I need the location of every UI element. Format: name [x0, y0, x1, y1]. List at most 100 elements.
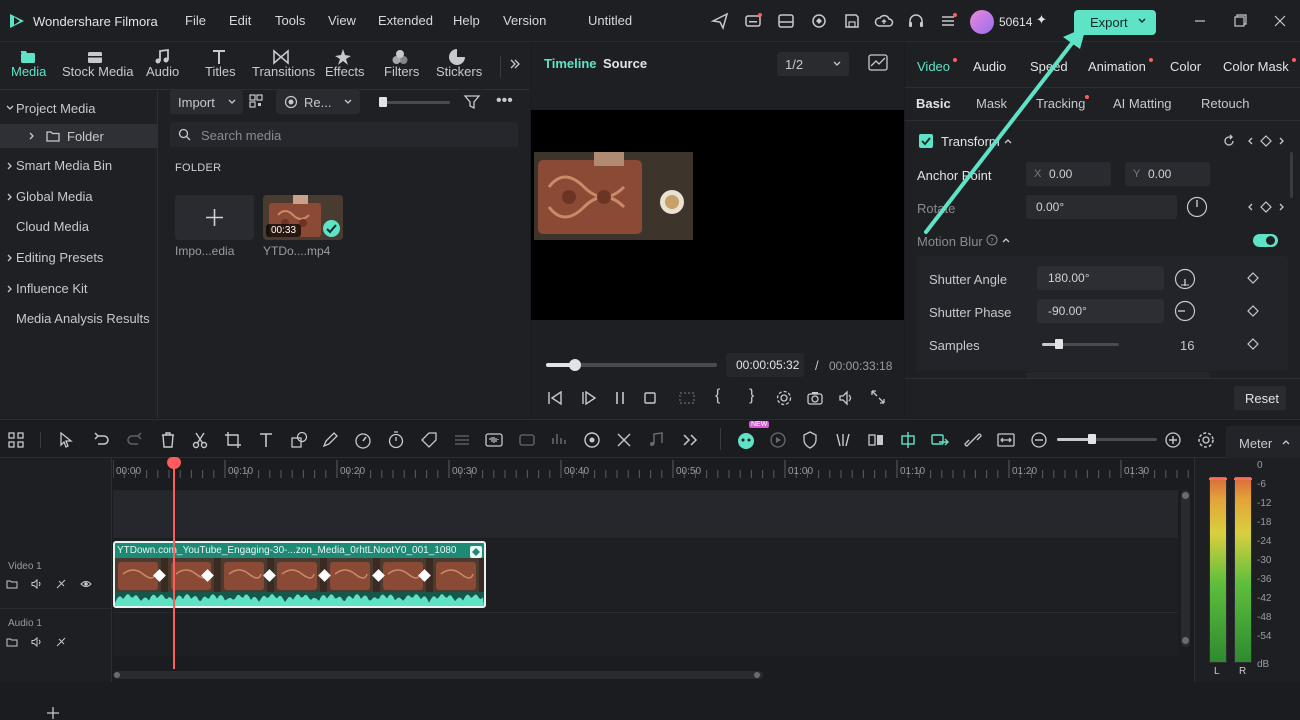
speaker-icon[interactable]: [30, 578, 42, 590]
play-icon[interactable]: [580, 390, 598, 406]
tab-titles[interactable]: Titles: [205, 64, 236, 79]
shutter-phase-input[interactable]: -90.00°: [1037, 299, 1164, 323]
smart-cut-icon[interactable]: [768, 430, 788, 450]
ai-effect-icon[interactable]: [582, 430, 602, 450]
audio-bars-icon[interactable]: [549, 430, 569, 450]
shutter-phase-dial-icon[interactable]: [1174, 300, 1196, 322]
import-button[interactable]: Import: [170, 90, 243, 114]
preview-progress-handle[interactable]: [569, 359, 582, 371]
subtab-ai-matting[interactable]: AI Matting: [1113, 96, 1172, 111]
keyframe-diamond-icon[interactable]: [1246, 271, 1260, 285]
media-analysis-results-item[interactable]: Media Analysis Results: [16, 311, 150, 326]
close-icon[interactable]: [1270, 11, 1290, 31]
tab-audio[interactable]: Audio: [146, 64, 179, 79]
record-dropdown[interactable]: Re...: [276, 90, 360, 114]
scroll-handle-left[interactable]: [114, 672, 120, 678]
project-media-item[interactable]: Project Media: [16, 101, 95, 116]
aspect-ratio-icon[interactable]: [678, 390, 696, 406]
cloud-media-item[interactable]: Cloud Media: [16, 219, 89, 234]
motion-blur-toggle[interactable]: [1253, 234, 1278, 247]
add-track-icon[interactable]: [46, 706, 60, 720]
minimize-icon[interactable]: [1190, 11, 1210, 31]
prev-keyframe-icon[interactable]: [1245, 136, 1255, 146]
tab-transitions[interactable]: Transitions: [252, 64, 315, 79]
detach-audio-icon[interactable]: [517, 430, 537, 450]
transform-checkbox[interactable]: [919, 134, 933, 148]
menu-extended[interactable]: Extended: [378, 13, 433, 28]
meter-header[interactable]: Meter: [1226, 426, 1300, 458]
more-options-icon[interactable]: •••: [496, 92, 513, 110]
keyframe-tag-icon[interactable]: [419, 430, 439, 450]
delete-icon[interactable]: [158, 430, 178, 450]
export-button[interactable]: Export: [1074, 10, 1156, 35]
menu-version[interactable]: Version: [503, 13, 546, 28]
menu-file[interactable]: File: [185, 13, 206, 28]
video-clip[interactable]: YTDown.com_YouTube_Engaging-30-...zon_Me…: [113, 541, 486, 608]
maximize-icon[interactable]: [1230, 11, 1250, 31]
ai-copilot-icon[interactable]: [736, 430, 756, 450]
menu-view[interactable]: View: [328, 13, 356, 28]
split-audio-icon[interactable]: [614, 430, 634, 450]
shield-icon[interactable]: [800, 430, 820, 450]
mirror-icon[interactable]: [866, 430, 886, 450]
speaker-icon[interactable]: [30, 636, 42, 648]
crop-icon[interactable]: [223, 430, 243, 450]
tab-media[interactable]: Media: [11, 64, 46, 79]
step-back-icon[interactable]: [546, 390, 564, 406]
tab-color-mask[interactable]: Color Mask: [1223, 59, 1289, 74]
subtitle-icon[interactable]: [743, 11, 763, 31]
shutter-angle-dial-icon[interactable]: [1174, 268, 1196, 290]
prev-keyframe-icon[interactable]: [1245, 202, 1255, 212]
mark-out-icon[interactable]: }: [749, 387, 754, 405]
tab-filters[interactable]: Filters: [384, 64, 419, 79]
keyframe-diamond-icon[interactable]: [1246, 304, 1260, 318]
undo-icon[interactable]: [92, 430, 112, 450]
keyframe-diamond-icon[interactable]: [1259, 200, 1273, 214]
media-clip-thumbnail[interactable]: 00:33: [263, 195, 343, 240]
zoom-in-icon[interactable]: [1163, 430, 1183, 450]
samples-slider-handle[interactable]: [1054, 339, 1063, 349]
scroll-handle-bottom[interactable]: [1182, 637, 1189, 644]
layout-grid-icon[interactable]: [6, 430, 26, 450]
editing-presets-item[interactable]: Editing Presets: [16, 250, 103, 265]
keyframe-diamond-icon[interactable]: [1246, 337, 1260, 351]
reset-rotate-icon[interactable]: [1222, 134, 1236, 148]
scroll-handle-top[interactable]: [1182, 492, 1189, 499]
next-keyframe-icon[interactable]: [1277, 136, 1287, 146]
menu-list-icon[interactable]: [938, 11, 958, 31]
thumbnail-size-handle[interactable]: [379, 97, 387, 107]
tab-effects[interactable]: Effects: [325, 64, 365, 79]
rotate-dial-icon[interactable]: [1186, 196, 1208, 218]
import-media-tile[interactable]: [175, 195, 254, 240]
clip-badge-icon[interactable]: [470, 546, 482, 558]
rotate-input[interactable]: 0.00°: [1026, 195, 1177, 219]
menu-tools[interactable]: Tools: [275, 13, 305, 28]
vertical-scrollbar[interactable]: [1181, 490, 1190, 647]
shape-icon[interactable]: [289, 430, 309, 450]
tab-video[interactable]: Video: [917, 59, 950, 74]
global-media-item[interactable]: Global Media: [16, 189, 93, 204]
help-icon[interactable]: ?: [986, 234, 998, 246]
zoom-slider-handle[interactable]: [1088, 434, 1096, 444]
scissors-icon[interactable]: [190, 430, 210, 450]
menu-help[interactable]: Help: [453, 13, 480, 28]
tab-color[interactable]: Color: [1170, 59, 1201, 74]
quality-dropdown[interactable]: 1/2: [777, 52, 849, 76]
anchor-y-input[interactable]: Y 0.00: [1125, 162, 1210, 186]
time-ruler[interactable]: 00:00 00:10 00:20 00:30 00:40 00:50 01:0…: [113, 458, 1193, 490]
beat-icon[interactable]: [833, 430, 853, 450]
menu-edit[interactable]: Edit: [229, 13, 251, 28]
fullscreen-icon[interactable]: [870, 389, 886, 405]
panel-scrollbar[interactable]: [1290, 152, 1293, 198]
next-keyframe-icon[interactable]: [1277, 202, 1287, 212]
redo-icon[interactable]: [124, 430, 144, 450]
thumbnail-size-slider[interactable]: [383, 101, 450, 104]
expand-tabs-icon[interactable]: [508, 57, 522, 71]
horizontal-scrollbar[interactable]: [113, 671, 763, 679]
cloud-upload-icon[interactable]: [874, 11, 894, 31]
audio-wave-icon[interactable]: [484, 430, 504, 450]
subtab-basic[interactable]: Basic: [916, 96, 951, 111]
subtab-retouch[interactable]: Retouch: [1201, 96, 1249, 111]
tab-audio-props[interactable]: Audio: [973, 59, 1006, 74]
tab-timeline-preview[interactable]: Timeline: [544, 56, 597, 71]
